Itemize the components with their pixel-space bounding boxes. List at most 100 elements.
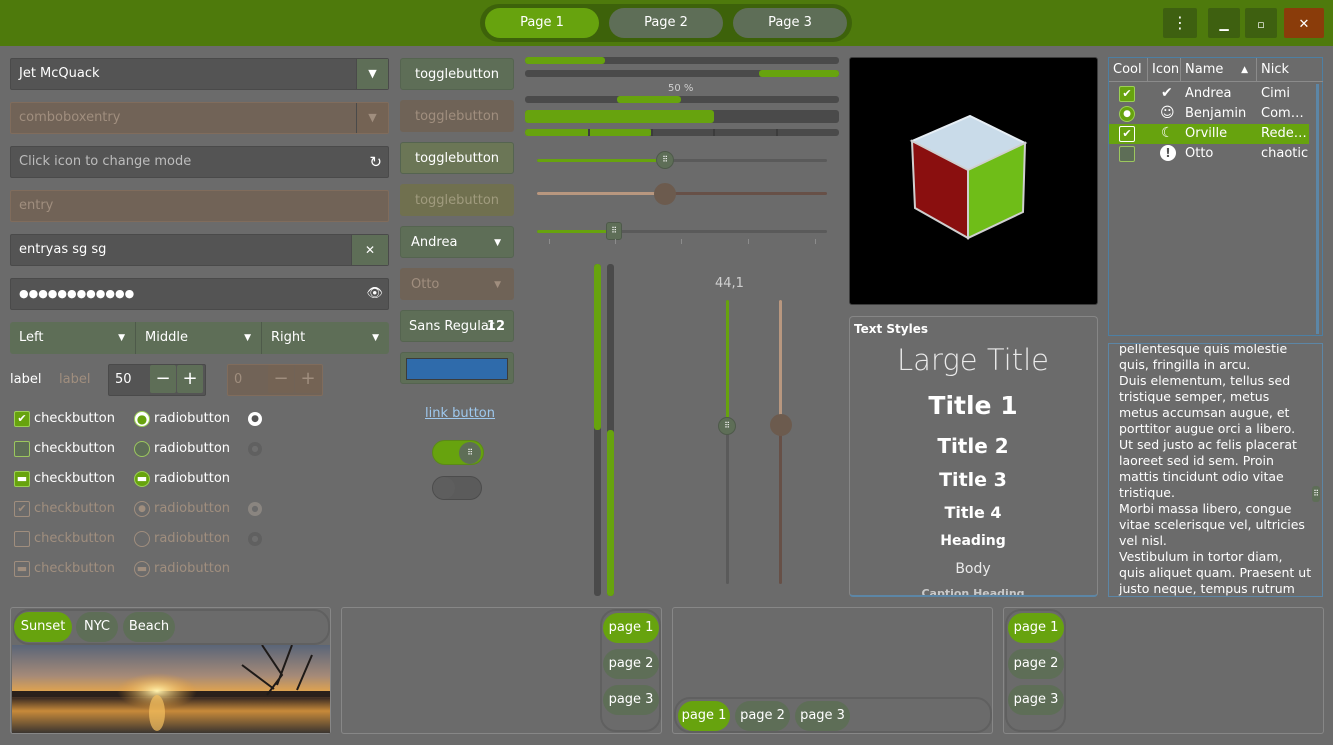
mode-entry[interactable]: Click icon to change mode ↻ (10, 146, 389, 178)
menu-button[interactable]: ⋮ (1163, 8, 1197, 38)
image-panel (849, 57, 1098, 305)
tab-page-1[interactable]: page 1 (678, 701, 730, 731)
clear-button[interactable]: ✕ (351, 235, 388, 265)
radio-unlabeled[interactable]: ● (248, 442, 262, 456)
column-header-nick[interactable]: Nick (1257, 58, 1323, 82)
togglebutton-3-active[interactable]: togglebutton (400, 142, 514, 174)
tab-page-2[interactable]: page 2 (1008, 649, 1064, 679)
switch-on[interactable]: ⠿ (432, 440, 484, 465)
radio-unlabeled-selected[interactable]: ● (248, 412, 262, 426)
combo-right[interactable]: Right ▼ (262, 322, 389, 354)
text-line: Ut sed justo ac felis placerat (1119, 437, 1297, 452)
title-3: Title 3 (939, 469, 1007, 491)
close-icon: ✕ (1298, 17, 1310, 32)
radiobutton-selected[interactable]: ● (134, 411, 150, 427)
tab-page-3[interactable]: Page 3 (733, 8, 847, 38)
checkbutton-inconsistent[interactable]: ▬ (14, 471, 30, 487)
hscale-2-disabled (537, 192, 827, 195)
combo-entry-dropdown[interactable]: ▼ (356, 59, 388, 89)
cool-check[interactable] (1119, 146, 1135, 162)
spin-disabled-increment: + (295, 365, 321, 393)
spin-decrement-button[interactable]: − (150, 365, 176, 393)
table-row[interactable]: ! Otto chaotic (1109, 144, 1309, 164)
grip-icon: ⠿ (1313, 489, 1319, 498)
tree-view[interactable]: Cool Icon Name ▲ Nick ✔ ✔ Andrea Cimi ● ☺… (1108, 57, 1323, 336)
togglebutton-1[interactable]: togglebutton (400, 58, 514, 90)
table-row-selected[interactable]: ✔ ☾ Orville Rede… (1109, 124, 1309, 144)
spin-increment-button[interactable]: + (177, 365, 203, 393)
hscale-3-knob[interactable]: ⠿ (606, 222, 622, 240)
scrollbar-handle[interactable]: ⠿ (1312, 486, 1320, 502)
tab-beach[interactable]: Beach (123, 612, 175, 642)
tab-page-2[interactable]: page 2 (603, 649, 659, 679)
cool-check[interactable]: ✔ (1119, 86, 1135, 102)
tab-page-1[interactable]: page 1 (603, 613, 659, 643)
cool-check[interactable]: ✔ (1119, 126, 1135, 142)
combo-entry-disabled-text: comboboxentry (19, 110, 121, 125)
radiobutton-unselected-disabled (134, 531, 150, 547)
row-nick: Rede… (1261, 126, 1307, 141)
tab-nyc[interactable]: NYC (76, 612, 118, 642)
hscale-1[interactable] (537, 159, 827, 162)
close-button[interactable]: ✕ (1284, 8, 1324, 38)
combo-left[interactable]: Left ▼ (10, 322, 136, 354)
password-text: ●●●●●●●●●●●● (19, 287, 135, 300)
checkbutton-label-disabled: checkbutton (34, 501, 115, 516)
text-view[interactable]: pellentesque quis molestie quis, fringill… (1108, 343, 1323, 597)
text-line: Morbi massa libero, congue (1119, 501, 1292, 516)
tab-page-3[interactable]: page 3 (795, 701, 850, 731)
maximize-button[interactable]: ▫ (1245, 8, 1277, 38)
vscale-1-knob[interactable]: ⠿ (718, 417, 736, 435)
checkbutton-unchecked[interactable] (14, 441, 30, 457)
large-title: Large Title (897, 343, 1049, 377)
tab-page-2[interactable]: Page 2 (609, 8, 723, 38)
cool-radio[interactable]: ● (1119, 106, 1135, 122)
checkbutton-inconsistent-disabled: ▬ (14, 561, 30, 577)
vscale-1[interactable] (726, 300, 729, 584)
radiobutton-inconsistent[interactable]: ▬ (134, 471, 150, 487)
minimize-button[interactable]: ▁ (1208, 8, 1240, 38)
scrollbar[interactable] (1316, 84, 1319, 334)
combo-andrea[interactable]: Andrea ▼ (400, 226, 514, 258)
progress-bar-segmented (525, 129, 839, 136)
chevron-down-icon: ▼ (372, 333, 379, 343)
password-entry[interactable]: ●●●●●●●●●●●● 👁 (10, 278, 389, 310)
refresh-icon[interactable]: ↻ (369, 147, 382, 177)
eye-icon[interactable]: 👁 (366, 279, 383, 309)
column-header-name[interactable]: Name ▲ (1181, 58, 1257, 82)
column-header-cool[interactable]: Cool (1109, 58, 1148, 82)
table-row[interactable]: ● ☺ Benjamin Com… (1109, 104, 1309, 124)
tab-page-3[interactable]: page 3 (1008, 685, 1064, 715)
radiobutton-label: radiobutton (154, 471, 231, 486)
tab-sunset[interactable]: Sunset (14, 612, 72, 642)
font-button[interactable]: Sans Regular 12 (400, 310, 514, 342)
color-button[interactable] (400, 352, 514, 384)
clear-entry[interactable]: entryas sg sg ✕ (10, 234, 389, 266)
spin-value-text: 50 (115, 372, 132, 387)
vscale-value-label: 44,1 (715, 276, 744, 291)
checkbutton-checked[interactable]: ✔ (14, 411, 30, 427)
switch-knob (433, 477, 455, 499)
column-header-icon[interactable]: Icon (1148, 58, 1181, 82)
tab-page-3[interactable]: page 3 (603, 685, 659, 715)
tab-page-1[interactable]: page 1 (1008, 613, 1064, 643)
combo-entry[interactable]: Jet McQuack ▼ (10, 58, 389, 90)
tab-page-2[interactable]: page 2 (735, 701, 790, 731)
tab-page-1[interactable]: Page 1 (485, 8, 599, 38)
combo-middle[interactable]: Middle ▼ (136, 322, 262, 354)
font-size: 12 (486, 319, 505, 334)
togglebutton-2-disabled: togglebutton (400, 100, 514, 132)
checkmark-icon: ✔ (1122, 87, 1132, 100)
checkbutton-label-disabled: checkbutton (34, 531, 115, 546)
checkbutton-label: checkbutton (34, 411, 115, 426)
radiobutton-unselected[interactable] (134, 441, 150, 457)
switch-off[interactable] (432, 476, 482, 500)
hscale-1-knob[interactable]: ⠿ (656, 151, 674, 169)
progress-bar-1 (525, 57, 839, 64)
hscale-3[interactable] (537, 230, 827, 233)
progress-fill (617, 96, 681, 103)
spin-button[interactable]: 50 − + (108, 364, 206, 396)
table-row[interactable]: ✔ ✔ Andrea Cimi (1109, 84, 1309, 104)
minimize-icon: ▁ (1219, 17, 1229, 31)
link-button[interactable]: link button (425, 406, 495, 421)
